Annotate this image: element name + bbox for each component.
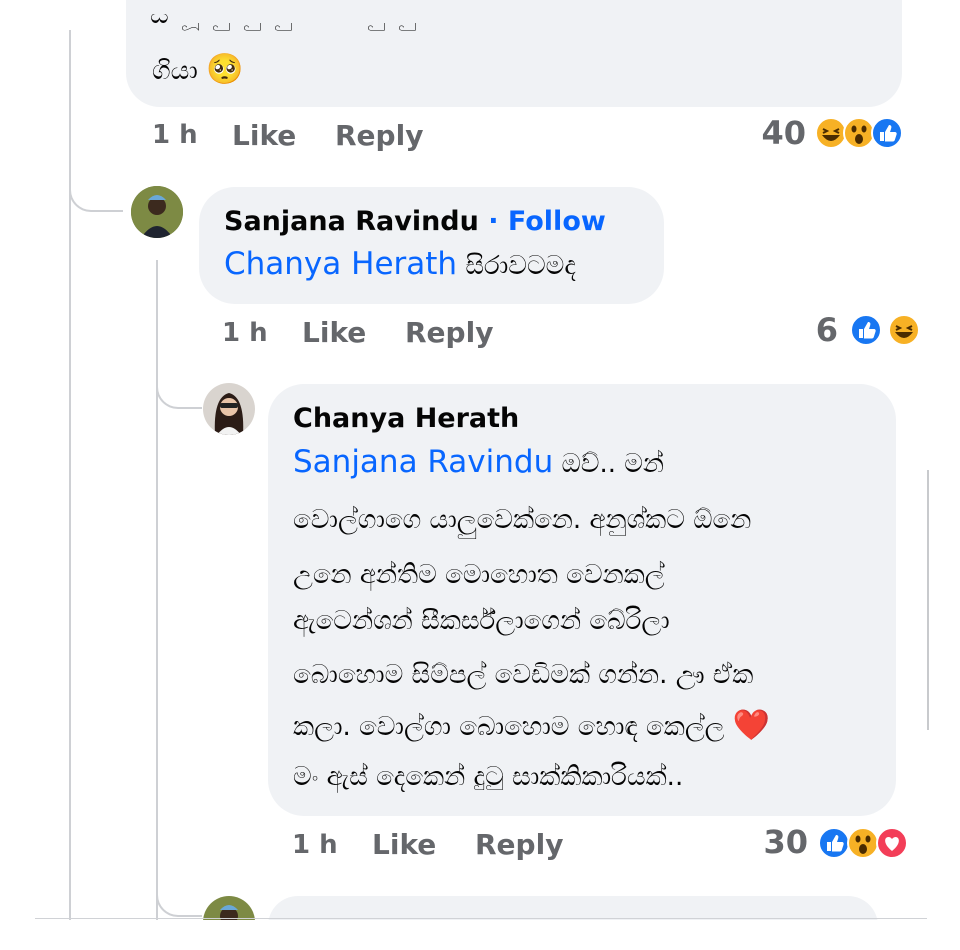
reply-line-4: ඇටෙන්ශන් සීකර්ස්ලාගෙන් බේරිලා <box>293 606 670 636</box>
reactions-group[interactable] <box>850 314 930 348</box>
reply-line-2: වොල්ගාගෙ යාලුවෙක්නෙ. අනුශ්කට ඕනෙ <box>293 505 752 535</box>
like-button[interactable]: Like <box>372 828 436 861</box>
reply-body-text: කලා. වොල්ගා බොහොම හොඳ කෙල්ල <box>293 712 725 742</box>
thread-elbow-reply-1 <box>69 140 123 212</box>
comment-text-tail: ගියා 🥺 <box>152 52 243 87</box>
author-name[interactable]: Sanjana Ravindu · Follow <box>224 206 606 237</box>
haha-icon <box>888 314 920 346</box>
reaction-count[interactable]: 6 <box>790 311 838 349</box>
follow-button[interactable]: · Follow <box>488 206 606 237</box>
avatar-sanjana[interactable] <box>131 186 183 238</box>
author-name[interactable]: Chanya Herath <box>293 403 519 434</box>
avatar-photo <box>203 896 255 920</box>
reply-line-7: මං ඇස් දෙකෙන් දුටු සාක්කිකාරියක්.. <box>293 762 684 792</box>
like-icon <box>850 314 882 346</box>
pleading-face-emoji: 🥺 <box>206 52 244 87</box>
reply-button[interactable]: Reply <box>475 828 563 861</box>
author-name-text[interactable]: Sanjana Ravindu <box>224 206 479 237</box>
like-button[interactable]: Like <box>232 119 296 152</box>
mention-link[interactable]: Chanya Herath <box>224 246 457 282</box>
reactions-group[interactable] <box>818 827 928 861</box>
reply-line-3: උනෙ අන්තිම මොහොත වෙනකල් <box>293 560 665 590</box>
comment-text: ගියා <box>152 56 198 86</box>
next-reply-partial <box>0 890 960 920</box>
avatar-chanya[interactable] <box>203 383 255 435</box>
reply-text: Chanya Herath සිරාවටමද <box>224 246 576 282</box>
like-icon <box>818 827 850 859</box>
reply-line-6: කලා. වොල්ගා බොහොම හොඳ කෙල්ල ❤️ <box>293 708 770 743</box>
like-icon <box>871 117 903 149</box>
reply-bubble-partial <box>268 896 878 920</box>
wow-icon <box>847 827 879 859</box>
reaction-count[interactable]: 40 <box>720 114 806 152</box>
reactions-group[interactable] <box>815 117 925 151</box>
reply-button[interactable]: Reply <box>335 119 423 152</box>
reply-button[interactable]: Reply <box>405 316 493 349</box>
timestamp[interactable]: 1 h <box>222 318 268 348</box>
reply-body-text: ඔව්.. මන් <box>561 449 665 479</box>
bottom-divider <box>35 918 927 919</box>
timestamp[interactable]: 1 h <box>292 830 338 860</box>
avatar-photo <box>131 186 183 238</box>
reply-body-text: සිරාවටමද <box>465 251 576 281</box>
mention-link[interactable]: Sanjana Ravindu <box>293 444 553 480</box>
reply-line-5: බොහොම සිම්පල් වෙඩිමක් ගන්න. ඌ ඒක <box>293 660 754 690</box>
red-heart-emoji: ❤️ <box>732 708 771 743</box>
timestamp[interactable]: 1 h <box>152 120 198 150</box>
reply-line-1: Sanjana Ravindu ඔව්.. මන් <box>293 444 664 480</box>
avatar-photo <box>203 383 255 435</box>
thread-elbow-reply-2 <box>156 355 202 409</box>
cut-off-text-line: ස ූ ු ු ු ් ් ු ු <box>150 14 435 30</box>
like-button[interactable]: Like <box>302 316 366 349</box>
scrollbar-hint[interactable] <box>927 470 929 730</box>
love-icon <box>876 827 908 859</box>
avatar-sanjana[interactable] <box>203 896 255 920</box>
reaction-count[interactable]: 30 <box>740 823 808 861</box>
